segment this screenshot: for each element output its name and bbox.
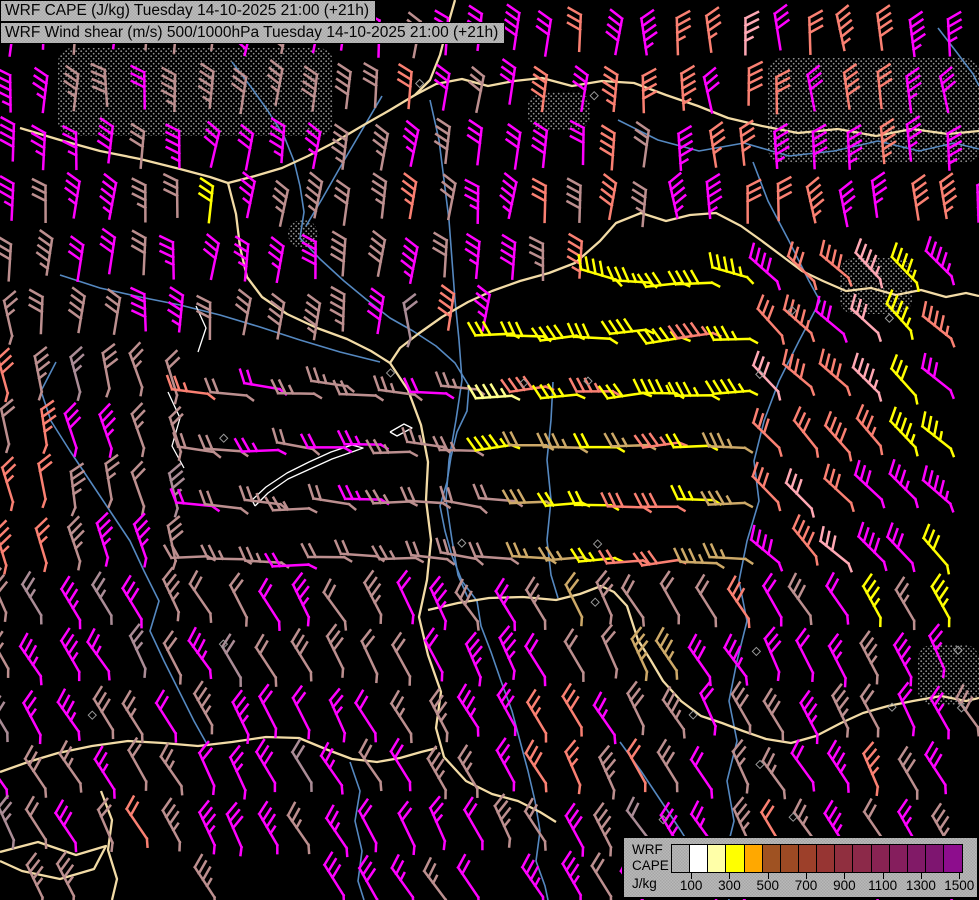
map-title-windshear-text: WRF Wind shear (m/s) 500/1000hPa Tuesday… [5, 24, 498, 41]
legend-color-cell [908, 845, 926, 872]
legend-color-cell [835, 845, 853, 872]
legend-label-cape: CAPE [632, 858, 669, 873]
cape-legend: WRF CAPE J/kg 10030050070090011001300150… [622, 836, 979, 899]
weather-map-canvas [0, 0, 979, 900]
legend-color-cell [872, 845, 890, 872]
legend-color-cell [726, 845, 744, 872]
terrain-stipple-patch [918, 645, 979, 705]
legend-color-cell [781, 845, 799, 872]
legend-color-cell [690, 845, 708, 872]
terrain-stipple-patch [58, 48, 333, 136]
legend-label-unit: J/kg [632, 876, 657, 891]
legend-color-cell [817, 845, 835, 872]
legend-color-cell [799, 845, 817, 872]
map-title-cape-text: WRF CAPE (J/kg) Tuesday 14-10-2025 21:00… [5, 2, 369, 19]
legend-color-cell [672, 845, 690, 872]
legend-tick-label: 1500 [936, 878, 979, 893]
legend-color-cell [890, 845, 908, 872]
legend-color-cell [745, 845, 763, 872]
legend-color-cell [944, 845, 962, 872]
legend-colorbar [671, 844, 963, 873]
legend-label-wrf: WRF [632, 842, 663, 857]
weather-map-page: WRF CAPE (J/kg) Tuesday 14-10-2025 21:00… [0, 0, 979, 900]
map-title-windshear: WRF Wind shear (m/s) 500/1000hPa Tuesday… [0, 22, 505, 44]
legend-color-cell [853, 845, 871, 872]
map-title-cape: WRF CAPE (J/kg) Tuesday 14-10-2025 21:00… [0, 0, 376, 22]
legend-color-cell [926, 845, 944, 872]
legend-color-cell [708, 845, 726, 872]
legend-color-cell [763, 845, 781, 872]
